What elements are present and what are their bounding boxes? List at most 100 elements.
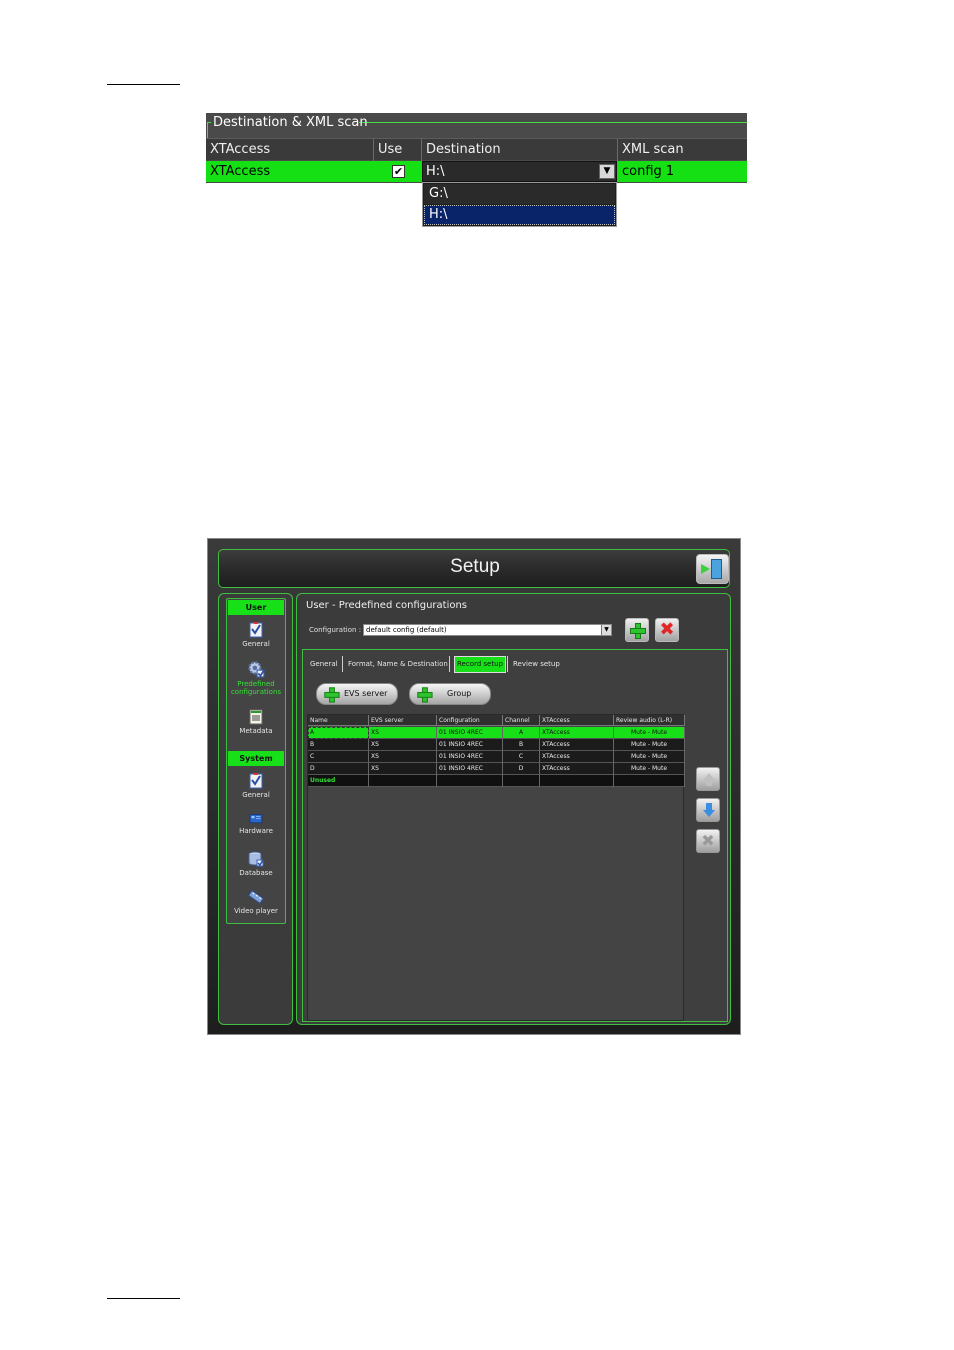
arrow-up-icon xyxy=(706,780,712,786)
hardware-card-icon xyxy=(249,814,263,824)
cell-evs-server: XS xyxy=(369,739,437,751)
tab-review-setup[interactable]: Review setup xyxy=(513,660,560,669)
sidebar-item-predefined-configurations[interactable]: Predefined configurations xyxy=(227,660,285,696)
header-rule xyxy=(107,84,180,85)
table-row[interactable]: D XS 01 INSIO 4REC D XTAccess Mute - Mut… xyxy=(308,763,685,775)
exit-button[interactable] xyxy=(696,554,729,584)
table-row[interactable]: C XS 01 INSIO 4REC C XTAccess Mute - Mut… xyxy=(308,751,685,763)
tab-format-name-destination[interactable]: Format, Name & Destination xyxy=(348,660,448,669)
sidebar-item-hardware[interactable]: Hardware xyxy=(227,813,285,835)
table-header: Name EVS server Configuration Channel XT… xyxy=(308,715,685,726)
sidebar-header-user: User xyxy=(228,600,284,615)
sidebar-item-label: Video player xyxy=(234,907,278,915)
column-header-channel[interactable]: Channel xyxy=(503,715,540,726)
column-header-xtaccess[interactable]: XTAccess xyxy=(206,139,374,161)
add-evs-server-button[interactable]: EVS server xyxy=(316,683,398,705)
use-checkbox[interactable]: ✔ xyxy=(392,165,405,178)
add-configuration-button[interactable] xyxy=(625,618,649,642)
cell-empty xyxy=(369,775,437,787)
cell-name: C xyxy=(308,751,369,763)
title-bar: Setup xyxy=(218,549,730,588)
tab-separator xyxy=(342,656,343,672)
delete-configuration-button[interactable]: ✖ xyxy=(655,618,679,642)
groupbox-border xyxy=(359,122,747,123)
grid-header: XTAccess Use Destination XML scan xyxy=(206,138,747,161)
chevron-down-icon[interactable]: ▼ xyxy=(601,625,611,635)
cell-review-audio: Mute - Mute xyxy=(614,727,685,739)
table-row[interactable]: B XS 01 INSIO 4REC B XTAccess Mute - Mut… xyxy=(308,739,685,751)
destination-xml-scan-screenshot: Destination & XML scan XTAccess Use Dest… xyxy=(206,113,747,228)
sidebar-item-label: Hardware xyxy=(239,827,273,835)
cell-xml-scan[interactable]: config 1 xyxy=(618,161,747,182)
add-group-button[interactable]: Group xyxy=(409,683,491,705)
plus-icon xyxy=(417,687,433,703)
cell-name: D xyxy=(308,763,369,775)
column-header-review-audio[interactable]: Review audio (L-R) xyxy=(614,715,685,726)
arrow-up-icon xyxy=(703,773,715,780)
column-header-xtaccess[interactable]: XTAccess xyxy=(540,715,614,726)
sidebar-item-database[interactable]: Database xyxy=(227,851,285,877)
configuration-select[interactable]: default config (default) ▼ xyxy=(363,624,612,636)
configuration-label: Configuration : xyxy=(309,626,362,634)
chevron-down-icon[interactable]: ▼ xyxy=(599,164,615,179)
cell-configuration: 01 INSIO 4REC xyxy=(437,751,503,763)
sidebar-menu: User General Predefined configurations M… xyxy=(226,598,286,924)
destination-dropdown[interactable]: H:\ ▼ xyxy=(422,161,617,182)
move-up-button[interactable] xyxy=(696,767,720,791)
groupbox-border xyxy=(207,122,208,138)
tab-separator xyxy=(507,656,508,672)
sidebar-item-video-player[interactable]: Video player xyxy=(227,889,285,915)
column-header-name[interactable]: Name xyxy=(308,715,369,726)
sidebar-item-user-general[interactable]: General xyxy=(227,622,285,648)
cell-name: A xyxy=(308,727,369,739)
exit-door-icon xyxy=(711,559,722,579)
column-header-configuration[interactable]: Configuration xyxy=(437,715,503,726)
cell-xtaccess: XTAccess xyxy=(540,763,614,775)
main-panel: User - Predefined configurations Configu… xyxy=(296,593,731,1025)
move-down-button[interactable] xyxy=(696,798,720,822)
arrow-down-icon xyxy=(703,810,715,817)
film-icon xyxy=(248,889,264,905)
cell-name: B xyxy=(308,739,369,751)
cell-xtaccess: XTAccess xyxy=(540,739,614,751)
close-icon: ✖ xyxy=(701,831,715,850)
cell-channel: B xyxy=(503,739,540,751)
column-header-destination[interactable]: Destination xyxy=(422,139,618,161)
table-row-unused[interactable]: Unused xyxy=(308,775,685,787)
cell-xtaccess: XTAccess xyxy=(540,751,614,763)
setup-window-screenshot: Setup User General Predefined configurat… xyxy=(207,538,741,1035)
footer-rule xyxy=(107,1298,180,1299)
column-header-use[interactable]: Use xyxy=(374,139,422,161)
cell-configuration: 01 INSIO 4REC xyxy=(437,739,503,751)
sidebar-item-label: General xyxy=(242,791,270,799)
column-header-evs-server[interactable]: EVS server xyxy=(369,715,437,726)
sidebar-item-system-general[interactable]: General xyxy=(227,773,285,799)
cell-review-audio: Mute - Mute xyxy=(614,763,685,775)
tab-general[interactable]: General xyxy=(310,660,338,669)
table-row[interactable]: A XS 01 INSIO 4REC A XTAccess Mute - Mut… xyxy=(308,727,685,739)
sidebar-item-label: General xyxy=(242,640,270,648)
remove-row-button[interactable]: ✖ xyxy=(696,829,720,853)
option-g-drive[interactable]: G:\ xyxy=(424,184,615,204)
page-title: User - Predefined configurations xyxy=(306,600,468,611)
cell-empty xyxy=(614,775,685,787)
cell-channel: C xyxy=(503,751,540,763)
groupbox-title: Destination & XML scan xyxy=(213,115,368,130)
sidebar-item-label: Database xyxy=(239,869,273,877)
column-header-xml-scan[interactable]: XML scan xyxy=(618,139,747,161)
tab-record-setup[interactable]: Record setup xyxy=(454,656,506,673)
checklist-icon xyxy=(249,773,263,789)
cell-xtaccess: XTAccess xyxy=(540,727,614,739)
plus-icon xyxy=(630,623,646,639)
cell-unused: Unused xyxy=(308,775,369,787)
arrow-down-icon xyxy=(706,803,712,810)
sidebar-item-metadata[interactable]: Metadata xyxy=(227,709,285,735)
database-icon xyxy=(248,851,264,867)
sidebar-item-label: Predefined configurations xyxy=(230,680,282,696)
cell-channel: D xyxy=(503,763,540,775)
option-h-drive[interactable]: H:\ xyxy=(424,205,615,225)
checklist-icon xyxy=(249,622,263,638)
cell-review-audio: Mute - Mute xyxy=(614,739,685,751)
cell-configuration: 01 INSIO 4REC xyxy=(437,727,503,739)
close-icon: ✖ xyxy=(659,619,675,640)
